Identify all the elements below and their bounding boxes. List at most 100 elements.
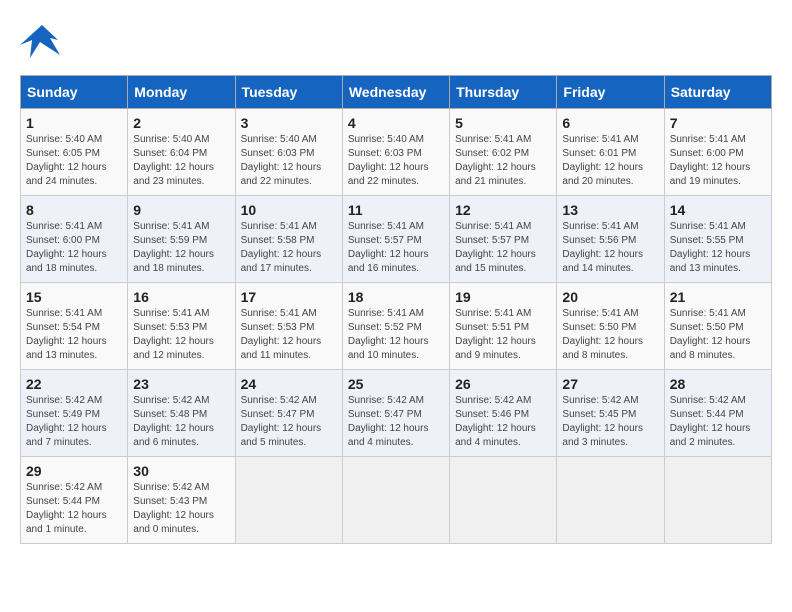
logo	[20, 20, 69, 65]
sunset-label: Sunset: 5:46 PM	[455, 409, 529, 420]
daylight-label: Daylight: 12 hours and 17 minutes.	[241, 249, 322, 274]
daylight-label: Daylight: 12 hours and 13 minutes.	[26, 336, 107, 361]
daylight-label: Daylight: 12 hours and 8 minutes.	[562, 336, 643, 361]
daylight-label: Daylight: 12 hours and 9 minutes.	[455, 336, 536, 361]
day-number: 22	[26, 376, 122, 392]
daylight-label: Daylight: 12 hours and 4 minutes.	[455, 423, 536, 448]
day-number: 16	[133, 289, 229, 305]
sunrise-label: Sunrise: 5:41 AM	[348, 308, 424, 319]
daylight-label: Daylight: 12 hours and 1 minute.	[26, 510, 107, 535]
day-number: 21	[670, 289, 766, 305]
header-saturday: Saturday	[664, 76, 771, 109]
sunset-label: Sunset: 5:47 PM	[241, 409, 315, 420]
sunrise-label: Sunrise: 5:41 AM	[241, 221, 317, 232]
sunset-label: Sunset: 6:01 PM	[562, 148, 636, 159]
week-row-2: 8 Sunrise: 5:41 AM Sunset: 6:00 PM Dayli…	[21, 196, 772, 283]
daylight-label: Daylight: 12 hours and 19 minutes.	[670, 162, 751, 187]
calendar-cell: 27 Sunrise: 5:42 AM Sunset: 5:45 PM Dayl…	[557, 370, 664, 457]
daylight-label: Daylight: 12 hours and 20 minutes.	[562, 162, 643, 187]
day-number: 26	[455, 376, 551, 392]
cell-info: Sunrise: 5:42 AM Sunset: 5:46 PM Dayligh…	[455, 394, 551, 450]
calendar-cell: 16 Sunrise: 5:41 AM Sunset: 5:53 PM Dayl…	[128, 283, 235, 370]
calendar-cell: 12 Sunrise: 5:41 AM Sunset: 5:57 PM Dayl…	[450, 196, 557, 283]
day-number: 5	[455, 115, 551, 131]
cell-info: Sunrise: 5:41 AM Sunset: 5:55 PM Dayligh…	[670, 220, 766, 276]
sunrise-label: Sunrise: 5:42 AM	[241, 395, 317, 406]
day-number: 11	[348, 202, 444, 218]
day-number: 9	[133, 202, 229, 218]
cell-info: Sunrise: 5:41 AM Sunset: 5:54 PM Dayligh…	[26, 307, 122, 363]
sunset-label: Sunset: 6:05 PM	[26, 148, 100, 159]
daylight-label: Daylight: 12 hours and 18 minutes.	[26, 249, 107, 274]
sunrise-label: Sunrise: 5:41 AM	[670, 221, 746, 232]
calendar-cell: 2 Sunrise: 5:40 AM Sunset: 6:04 PM Dayli…	[128, 109, 235, 196]
day-number: 13	[562, 202, 658, 218]
cell-info: Sunrise: 5:41 AM Sunset: 5:50 PM Dayligh…	[670, 307, 766, 363]
calendar-cell: 28 Sunrise: 5:42 AM Sunset: 5:44 PM Dayl…	[664, 370, 771, 457]
calendar-cell	[450, 457, 557, 544]
sunrise-label: Sunrise: 5:40 AM	[241, 134, 317, 145]
cell-info: Sunrise: 5:42 AM Sunset: 5:47 PM Dayligh…	[241, 394, 337, 450]
cell-info: Sunrise: 5:41 AM Sunset: 5:59 PM Dayligh…	[133, 220, 229, 276]
sunrise-label: Sunrise: 5:40 AM	[26, 134, 102, 145]
header-friday: Friday	[557, 76, 664, 109]
sunrise-label: Sunrise: 5:41 AM	[455, 221, 531, 232]
sunset-label: Sunset: 5:45 PM	[562, 409, 636, 420]
daylight-label: Daylight: 12 hours and 0 minutes.	[133, 510, 214, 535]
day-number: 3	[241, 115, 337, 131]
daylight-label: Daylight: 12 hours and 3 minutes.	[562, 423, 643, 448]
sunrise-label: Sunrise: 5:42 AM	[562, 395, 638, 406]
header-wednesday: Wednesday	[342, 76, 449, 109]
daylight-label: Daylight: 12 hours and 10 minutes.	[348, 336, 429, 361]
sunrise-label: Sunrise: 5:41 AM	[455, 308, 531, 319]
sunset-label: Sunset: 6:04 PM	[133, 148, 207, 159]
calendar-cell: 5 Sunrise: 5:41 AM Sunset: 6:02 PM Dayli…	[450, 109, 557, 196]
header	[20, 20, 772, 65]
sunrise-label: Sunrise: 5:41 AM	[670, 134, 746, 145]
sunset-label: Sunset: 5:54 PM	[26, 322, 100, 333]
calendar-cell: 8 Sunrise: 5:41 AM Sunset: 6:00 PM Dayli…	[21, 196, 128, 283]
header-sunday: Sunday	[21, 76, 128, 109]
daylight-label: Daylight: 12 hours and 18 minutes.	[133, 249, 214, 274]
sunset-label: Sunset: 5:57 PM	[455, 235, 529, 246]
calendar-cell: 10 Sunrise: 5:41 AM Sunset: 5:58 PM Dayl…	[235, 196, 342, 283]
sunset-label: Sunset: 5:53 PM	[241, 322, 315, 333]
calendar-cell: 11 Sunrise: 5:41 AM Sunset: 5:57 PM Dayl…	[342, 196, 449, 283]
cell-info: Sunrise: 5:42 AM Sunset: 5:44 PM Dayligh…	[26, 481, 122, 537]
sunset-label: Sunset: 5:58 PM	[241, 235, 315, 246]
sunrise-label: Sunrise: 5:42 AM	[455, 395, 531, 406]
cell-info: Sunrise: 5:41 AM Sunset: 5:57 PM Dayligh…	[455, 220, 551, 276]
cell-info: Sunrise: 5:40 AM Sunset: 6:03 PM Dayligh…	[241, 133, 337, 189]
day-number: 17	[241, 289, 337, 305]
daylight-label: Daylight: 12 hours and 5 minutes.	[241, 423, 322, 448]
calendar-cell: 25 Sunrise: 5:42 AM Sunset: 5:47 PM Dayl…	[342, 370, 449, 457]
day-number: 1	[26, 115, 122, 131]
sunset-label: Sunset: 6:03 PM	[241, 148, 315, 159]
calendar-cell: 21 Sunrise: 5:41 AM Sunset: 5:50 PM Dayl…	[664, 283, 771, 370]
calendar-header: SundayMondayTuesdayWednesdayThursdayFrid…	[21, 76, 772, 109]
sunrise-label: Sunrise: 5:41 AM	[562, 221, 638, 232]
day-number: 7	[670, 115, 766, 131]
sunrise-label: Sunrise: 5:41 AM	[133, 221, 209, 232]
day-number: 14	[670, 202, 766, 218]
day-number: 24	[241, 376, 337, 392]
header-tuesday: Tuesday	[235, 76, 342, 109]
sunset-label: Sunset: 5:51 PM	[455, 322, 529, 333]
day-number: 18	[348, 289, 444, 305]
calendar-cell: 18 Sunrise: 5:41 AM Sunset: 5:52 PM Dayl…	[342, 283, 449, 370]
calendar-cell: 9 Sunrise: 5:41 AM Sunset: 5:59 PM Dayli…	[128, 196, 235, 283]
daylight-label: Daylight: 12 hours and 15 minutes.	[455, 249, 536, 274]
calendar-cell: 24 Sunrise: 5:42 AM Sunset: 5:47 PM Dayl…	[235, 370, 342, 457]
calendar-cell: 23 Sunrise: 5:42 AM Sunset: 5:48 PM Dayl…	[128, 370, 235, 457]
day-number: 8	[26, 202, 122, 218]
calendar-cell: 29 Sunrise: 5:42 AM Sunset: 5:44 PM Dayl…	[21, 457, 128, 544]
day-number: 23	[133, 376, 229, 392]
sunrise-label: Sunrise: 5:42 AM	[26, 395, 102, 406]
cell-info: Sunrise: 5:40 AM Sunset: 6:04 PM Dayligh…	[133, 133, 229, 189]
sunset-label: Sunset: 5:50 PM	[562, 322, 636, 333]
cell-info: Sunrise: 5:41 AM Sunset: 6:02 PM Dayligh…	[455, 133, 551, 189]
day-number: 30	[133, 463, 229, 479]
calendar-cell: 14 Sunrise: 5:41 AM Sunset: 5:55 PM Dayl…	[664, 196, 771, 283]
sunset-label: Sunset: 5:43 PM	[133, 496, 207, 507]
week-row-5: 29 Sunrise: 5:42 AM Sunset: 5:44 PM Dayl…	[21, 457, 772, 544]
